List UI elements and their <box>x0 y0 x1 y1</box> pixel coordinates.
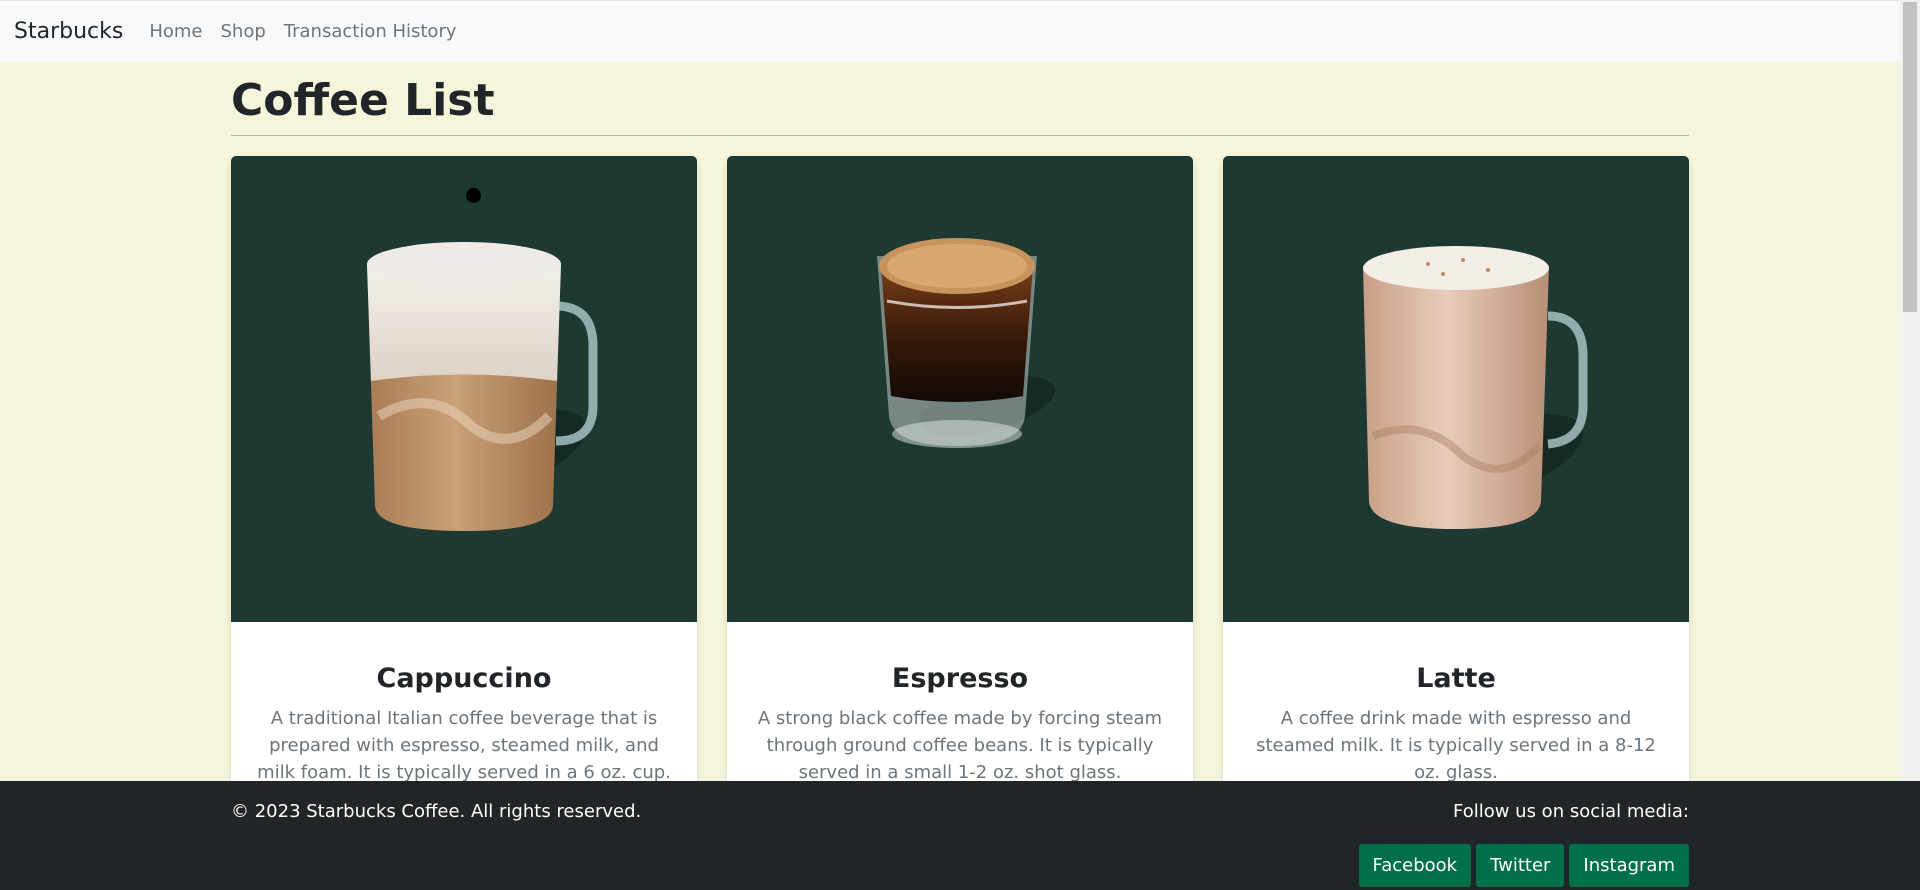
card-description: A traditional Italian coffee beverage th… <box>257 708 671 783</box>
coffee-card-cappuccino[interactable]: Cappuccino A traditional Italian coffee … <box>231 156 697 856</box>
scrollbar[interactable] <box>1900 0 1920 890</box>
main-content: Coffee List Cappuccino A traditional Ita… <box>231 62 1689 856</box>
title-divider <box>231 135 1689 136</box>
brand-logo[interactable]: Starbucks <box>14 19 123 44</box>
coffee-card-espresso[interactable]: Espresso A strong black coffee made by f… <box>727 156 1193 856</box>
card-description: A strong black coffee made by forcing st… <box>757 708 1163 783</box>
social-buttons: Facebook Twitter Instagram <box>1358 844 1689 887</box>
scrollbar-thumb[interactable] <box>1903 2 1917 312</box>
coffee-card-latte[interactable]: Latte A coffee drink made with espresso … <box>1223 156 1689 856</box>
nav-link-transaction-history[interactable]: Transaction History <box>284 21 457 42</box>
card-title: Latte <box>1416 663 1496 694</box>
navbar: Starbucks Home Shop Transaction History <box>0 0 1900 62</box>
copyright-text: © 2023 Starbucks Coffee. All rights rese… <box>231 801 642 822</box>
twitter-button[interactable]: Twitter <box>1476 844 1565 887</box>
facebook-button[interactable]: Facebook <box>1358 844 1472 887</box>
espresso-image <box>727 156 1193 622</box>
latte-image <box>1223 156 1689 622</box>
mouse-cursor <box>466 188 481 203</box>
follow-text: Follow us on social media: <box>1452 801 1689 822</box>
card-title: Cappuccino <box>376 663 552 694</box>
card-title: Espresso <box>891 663 1029 694</box>
instagram-button[interactable]: Instagram <box>1569 844 1689 887</box>
card-description: A coffee drink made with espresso and st… <box>1256 708 1656 783</box>
cappuccino-image <box>231 156 697 622</box>
nav-link-shop[interactable]: Shop <box>220 21 265 42</box>
nav-link-home[interactable]: Home <box>149 21 202 42</box>
page-title: Coffee List <box>231 75 495 126</box>
footer: © 2023 Starbucks Coffee. All rights rese… <box>0 781 1920 890</box>
